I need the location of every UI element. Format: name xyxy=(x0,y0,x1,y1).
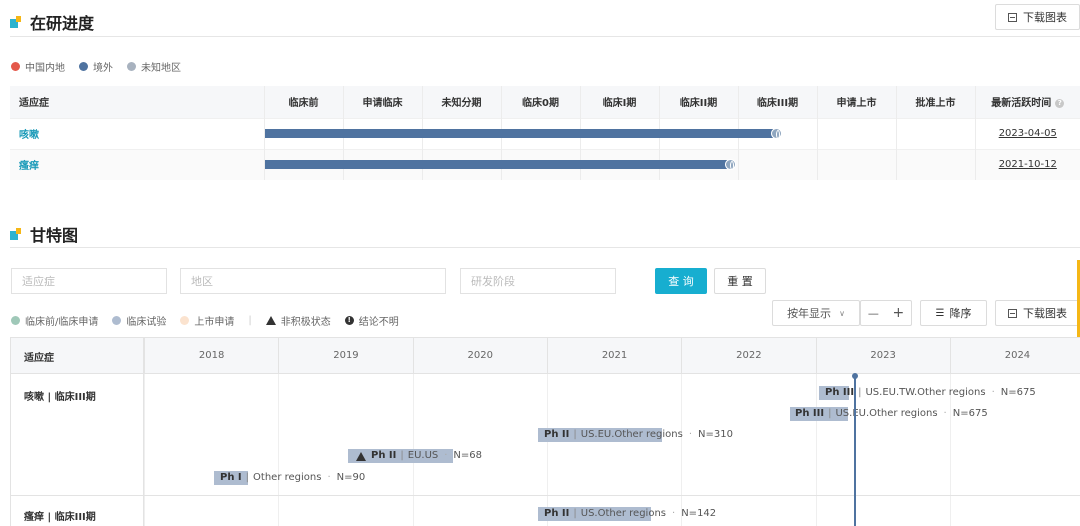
region-filter-input[interactable] xyxy=(180,268,446,294)
section-gantt-header: 甘特图 xyxy=(10,222,78,246)
chevron-down-icon: ∨ xyxy=(839,308,845,318)
inactive-triangle-icon xyxy=(356,451,366,461)
table-header-row: 适应症 临床前 申请临床 未知分期 临床0期 临床I期 临床II期 临床III期… xyxy=(10,86,1080,118)
col-approved: 批准上市 xyxy=(895,86,975,118)
download-chart-button[interactable]: 下载图表 xyxy=(995,4,1080,30)
col-indication: 适应症 xyxy=(10,86,264,118)
globe-icon xyxy=(725,159,736,170)
trial-label[interactable]: Ph III | US.EU.TW.Other regions · N=675 xyxy=(825,386,1036,400)
section-title: 甘特图 xyxy=(30,226,79,245)
legend-item-clinical-trial[interactable]: 临床试验 xyxy=(112,313,166,328)
legend-item-preclinical[interactable]: 临床前/临床申请 xyxy=(11,313,98,328)
col-latest-active: 最新活跃时间? xyxy=(974,86,1080,118)
gantt-row-label: 咳嗽 | 临床III期 xyxy=(24,392,96,403)
trial-label[interactable]: Ph III | US.EU.Other regions · N=675 xyxy=(795,407,988,421)
divider xyxy=(10,36,1080,37)
stage-filter-input[interactable] xyxy=(460,268,616,294)
globe-icon xyxy=(771,128,782,139)
gantt-year-header: 2019 xyxy=(278,338,412,374)
col-ind: 申请临床 xyxy=(342,86,422,118)
query-button[interactable]: 查 询 xyxy=(655,268,707,294)
gantt-year-header: 2023 xyxy=(815,338,950,374)
gantt-year-header: 2022 xyxy=(681,338,815,374)
progress-bar[interactable] xyxy=(265,129,777,138)
zoom-out-button[interactable]: — xyxy=(868,307,879,320)
trial-label[interactable]: Ph II | US.EU.Other regions · N=310 xyxy=(544,428,733,442)
download-icon xyxy=(1008,12,1017,22)
gantt-year-header: 2024 xyxy=(949,338,1080,374)
gantt-row-label: 瘙痒 | 临床III期 xyxy=(24,512,96,523)
legend-item-unknown-conclusion: ! 结论不明 xyxy=(344,313,399,328)
col-nda: 申请上市 xyxy=(816,86,896,118)
reset-button[interactable]: 重 置 xyxy=(714,268,766,294)
divider xyxy=(10,247,1080,248)
latest-date[interactable]: 2021-10-12 xyxy=(974,148,1080,180)
section-icon xyxy=(10,16,22,28)
indication-filter-input[interactable] xyxy=(11,268,167,294)
section-icon xyxy=(10,228,22,240)
legend-item-overseas[interactable]: 境外 xyxy=(79,59,113,74)
gantt-download-button[interactable]: 下载图表 xyxy=(995,300,1080,326)
view-mode-select[interactable]: 按年显示 ∨ xyxy=(772,300,860,326)
region-legend: 中国内地 境外 未知地区 xyxy=(11,59,195,74)
download-icon xyxy=(1008,308,1017,318)
zoom-control: — + xyxy=(860,300,912,326)
indication-link[interactable]: 瘙痒 xyxy=(10,148,264,180)
gantt-year-header: 2018 xyxy=(144,338,278,374)
col-unknown-phase: 未知分期 xyxy=(421,86,501,118)
zoom-in-button[interactable]: + xyxy=(892,305,904,321)
progress-bar[interactable] xyxy=(265,160,731,169)
today-marker xyxy=(852,373,858,526)
legend-item-inactive: 非积极状态 xyxy=(265,313,331,328)
legend-separator: | xyxy=(248,315,252,326)
sort-icon: ☰ xyxy=(935,307,945,319)
col-phase0: 临床0期 xyxy=(500,86,580,118)
legend-item-mainland[interactable]: 中国内地 xyxy=(11,59,65,74)
col-phase2: 临床II期 xyxy=(658,86,738,118)
gantt-label-header: 适应症 xyxy=(11,338,144,373)
help-icon[interactable]: ? xyxy=(1055,98,1065,108)
gantt-chart: 适应症 咳嗽 | 临床III期 瘙痒 | 临床III期 Ph III | US.E… xyxy=(10,337,1080,526)
legend-item-unknown[interactable]: 未知地区 xyxy=(127,59,181,74)
section-research-progress-header: 在研进度 xyxy=(10,10,94,34)
gantt-legend: 临床前/临床申请 临床试验 上市申请 | 非积极状态 ! 结论不明 xyxy=(11,313,413,328)
trial-label[interactable]: Ph II | US.Other regions · N=142 xyxy=(544,507,716,521)
trial-label[interactable]: Ph II | EU.US · N=68 xyxy=(356,449,482,463)
col-phase3: 临床III期 xyxy=(737,86,817,118)
latest-date[interactable]: 2023-04-05 xyxy=(974,117,1080,149)
col-preclinical: 临床前 xyxy=(263,86,343,118)
exclamation-icon: ! xyxy=(344,316,354,325)
section-title: 在研进度 xyxy=(30,14,95,33)
col-phase1: 临床I期 xyxy=(579,86,659,118)
trial-label[interactable]: Ph I | Other regions · N=90 xyxy=(220,471,365,485)
indication-link[interactable]: 咳嗽 xyxy=(10,117,264,149)
triangle-icon xyxy=(265,316,276,325)
sort-button[interactable]: ☰ 降序 xyxy=(920,300,987,326)
gantt-year-header: 2021 xyxy=(546,338,681,374)
legend-item-nda[interactable]: 上市申请 xyxy=(180,313,234,328)
gantt-year-header: 2020 xyxy=(412,338,547,374)
